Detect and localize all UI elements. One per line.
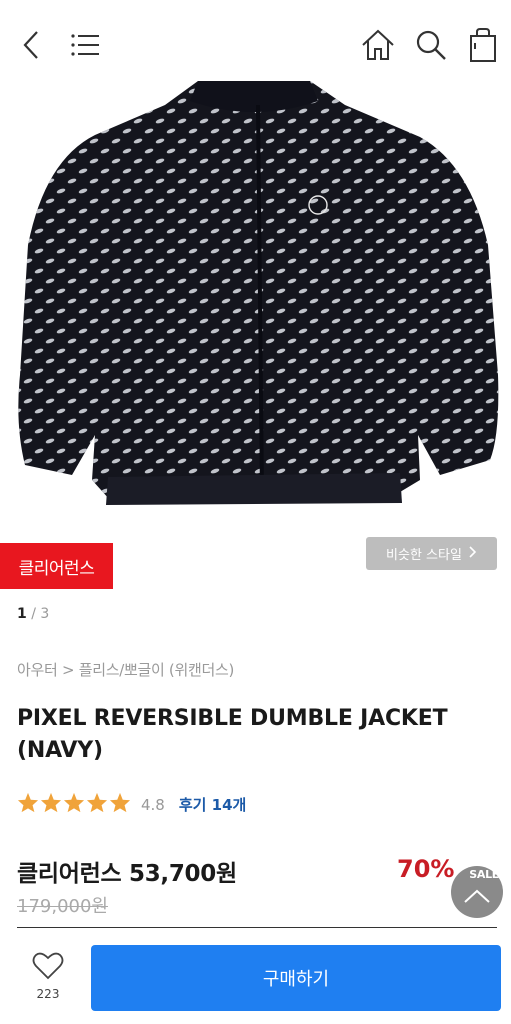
buy-button[interactable]: 구매하기 [91,945,501,1011]
clearance-badge: 클리어런스 [0,543,113,589]
pager-total: 3 [40,606,50,622]
rating-row: 4.8 후기 14개 [17,792,246,817]
back-icon[interactable] [14,26,48,64]
star-icon [63,792,85,817]
star-icon [17,792,39,817]
image-pager: 1 / 3 [17,606,49,622]
menu-icon[interactable] [68,28,102,62]
scroll-top-button[interactable]: SALE [451,866,503,918]
sale-price: 클리어런스 53,700원 [17,861,237,887]
wish-button[interactable]: 223 [20,952,76,1001]
product-title: PIXEL REVERSIBLE DUMBLE JACKET (NAVY) [17,706,448,763]
star-rating [17,792,131,817]
sale-label: SALE [469,868,499,881]
star-icon [109,792,131,817]
star-icon [40,792,62,817]
pager-current: 1 [17,606,27,622]
rating-value: 4.8 [141,795,165,814]
cart-icon[interactable] [463,24,503,66]
wish-count: 223 [36,987,60,1001]
similar-style-button[interactable]: 비슷한 스타일 [366,537,497,570]
divider [17,927,497,928]
review-count-link[interactable]: 후기 14개 [179,794,247,815]
breadcrumb[interactable]: 아우터 > 플리스/뽀글이 (위캔더스) [17,659,234,680]
product-image[interactable] [0,75,511,535]
discount-rate: 70% [397,855,455,883]
star-icon [86,792,108,817]
search-icon[interactable] [411,26,451,64]
heart-icon [32,952,64,984]
similar-style-label: 비슷한 스타일 [386,548,462,563]
arrow-up-icon [464,888,490,907]
home-icon[interactable] [358,26,398,64]
original-price: 179,000원 [17,896,108,917]
chevron-right-icon [469,545,477,562]
pager-separator: / [31,606,36,622]
